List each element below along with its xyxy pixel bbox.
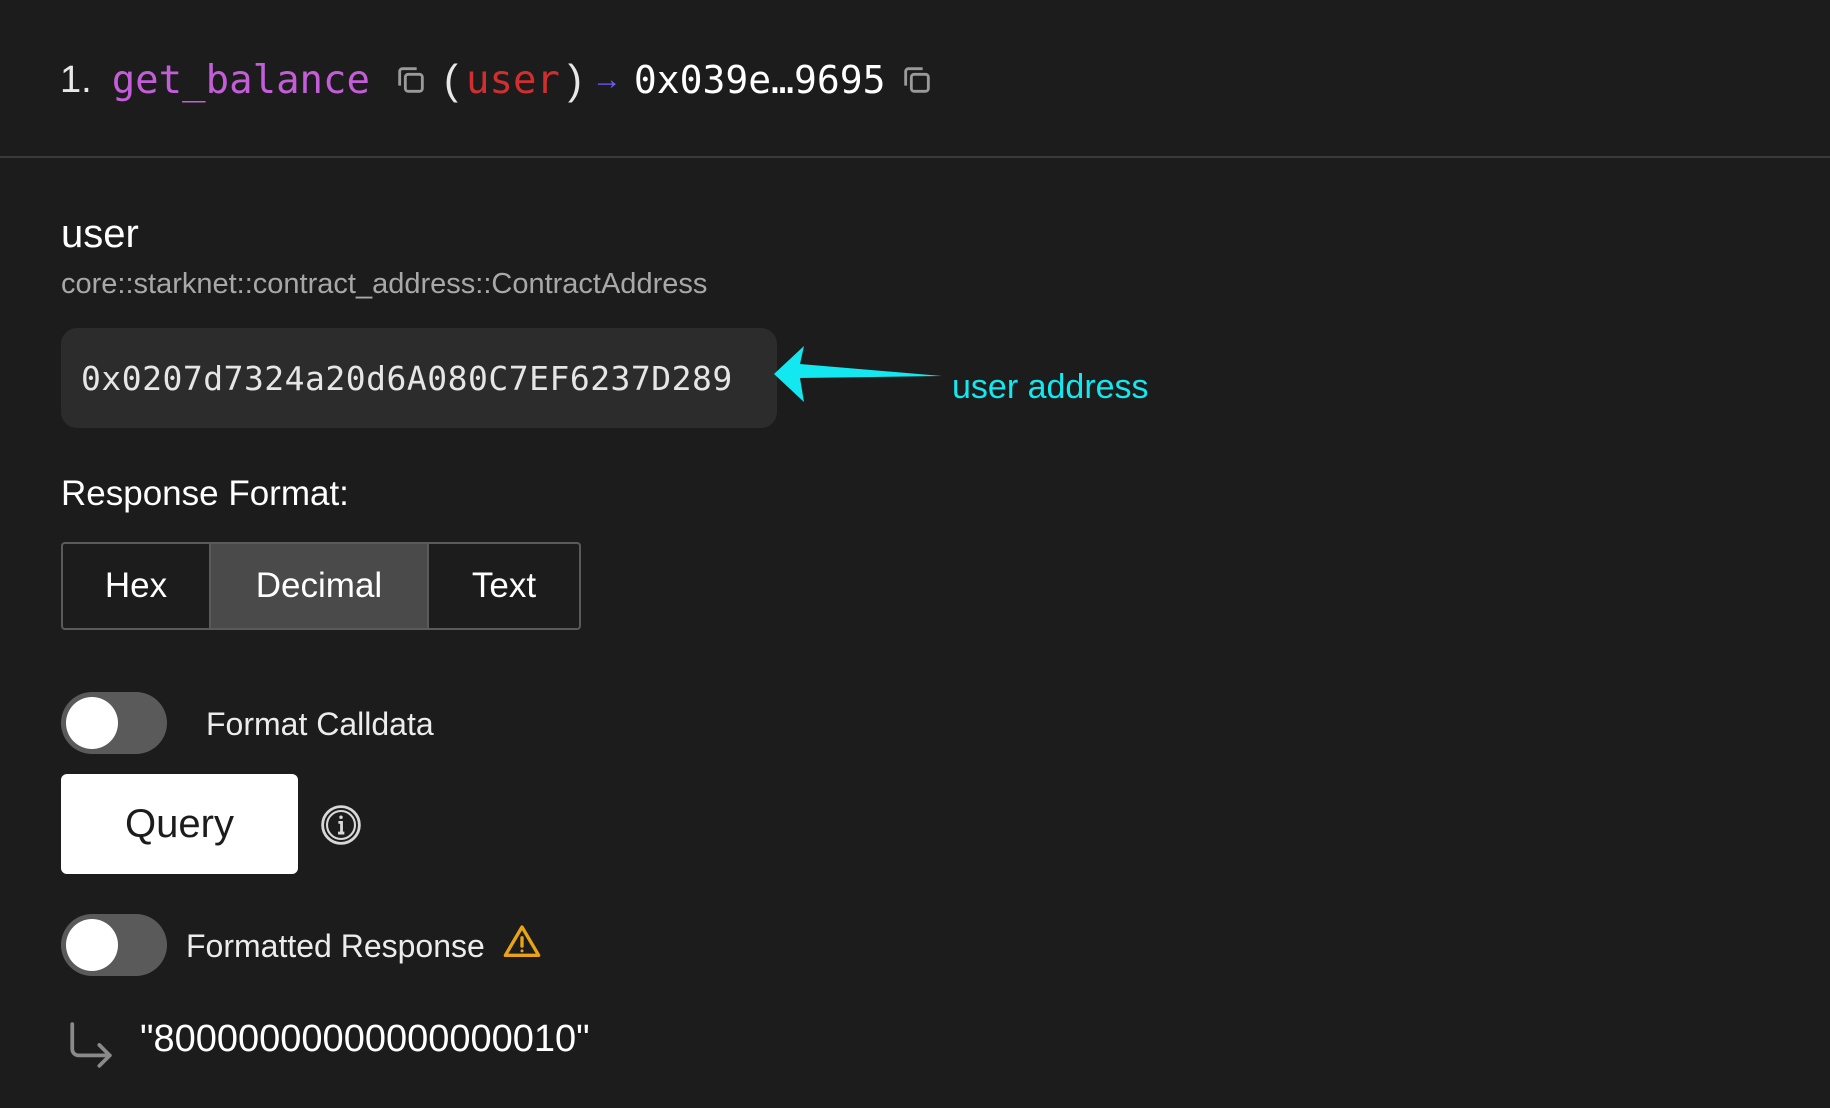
return-address: 0x039e…9695 bbox=[633, 58, 886, 102]
function-header: 1. get_balance ( user ) → 0x039e…9695 bbox=[0, 0, 1830, 158]
formatted-response-toggle[interactable] bbox=[61, 914, 167, 976]
format-option-hex[interactable]: Hex bbox=[63, 544, 209, 628]
signature-param: user bbox=[465, 57, 560, 103]
toggle-knob bbox=[66, 697, 118, 749]
warning-icon[interactable] bbox=[502, 922, 542, 962]
format-calldata-label: Format Calldata bbox=[206, 706, 434, 742]
close-paren: ) bbox=[567, 56, 582, 103]
toggle-knob bbox=[66, 919, 118, 971]
function-signature: 1. get_balance ( user ) → 0x039e…9695 bbox=[60, 50, 934, 110]
query-result: "80000000000000000010" bbox=[140, 1018, 590, 1060]
user-address-input[interactable]: 0x0207d7324a20d6A080C7EF6237D289 bbox=[61, 328, 777, 428]
user-address-value: 0x0207d7324a20d6A080C7EF6237D289 bbox=[81, 358, 733, 398]
open-paren: ( bbox=[443, 56, 458, 103]
format-option-decimal[interactable]: Decimal bbox=[209, 544, 427, 628]
info-icon[interactable] bbox=[320, 804, 362, 846]
format-option-text[interactable]: Text bbox=[427, 544, 579, 628]
return-result-icon bbox=[70, 1022, 112, 1068]
response-format-label: Response Format: bbox=[61, 474, 349, 513]
function-name: get_balance bbox=[111, 57, 370, 103]
copy-function-name-icon[interactable] bbox=[394, 63, 428, 97]
param-name: user bbox=[61, 212, 139, 256]
return-arrow-icon: → bbox=[591, 63, 622, 96]
query-button[interactable]: Query bbox=[61, 774, 298, 874]
format-calldata-toggle[interactable] bbox=[61, 692, 167, 754]
response-format-selector: Hex Decimal Text bbox=[61, 542, 581, 630]
annotation-label: user address bbox=[952, 368, 1149, 406]
annotation-arrow-icon bbox=[774, 346, 942, 402]
copy-return-address-icon[interactable] bbox=[900, 63, 934, 97]
formatted-response-label: Formatted Response bbox=[186, 928, 485, 964]
param-type: core::starknet::contract_address::Contra… bbox=[61, 268, 708, 300]
function-index: 1. bbox=[60, 58, 92, 101]
